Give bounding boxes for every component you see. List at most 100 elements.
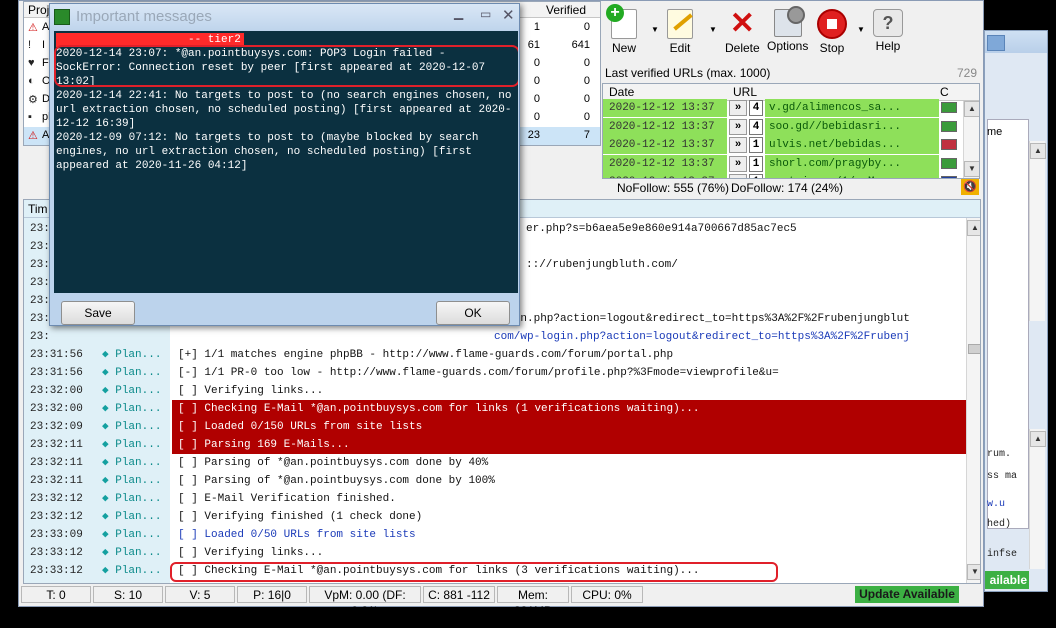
scroll-down-icon[interactable]: ▼: [964, 161, 979, 177]
nofollow-stat: NoFollow: 555 (76%): [617, 181, 730, 195]
close-icon[interactable]: ✕: [502, 6, 515, 24]
options-button[interactable]: Options: [767, 6, 808, 53]
status-vpm: VpM: 0.00 (DF: 0.21): [309, 586, 421, 618]
url-arrow-icon: »: [729, 118, 747, 135]
verified-url-row[interactable]: 2020-12-12 13:37» 4 soo.gd//bebidasri...: [603, 117, 963, 136]
log-time: 23:32:00: [30, 403, 83, 415]
verified-urls-count: 729: [957, 66, 978, 80]
status-verified: V: 5: [165, 586, 235, 603]
col-verified[interactable]: Verified: [546, 3, 586, 17]
country-flag-icon: [941, 157, 957, 169]
important-messages-dialog: Important messages ▁ ▭ ✕ -- tier2 2020-1…: [49, 3, 520, 326]
new-dropdown-icon[interactable]: ▼: [651, 25, 659, 34]
verified-urls-title: Last verified URLs (max. 1000): [605, 66, 771, 80]
verified-url-row[interactable]: 2020-12-12 13:37» 1 ulvis.net/bebidas...: [603, 136, 963, 154]
update-available-button[interactable]: Update Available: [855, 586, 959, 603]
log-time: 23:: [30, 241, 50, 253]
diamond-icon: ◆: [102, 349, 116, 361]
col-date[interactable]: Date: [609, 85, 634, 99]
background-window[interactable]: me rum. ss ma w.u hed) infse ▲ ▲ ailable: [984, 30, 1048, 592]
url-link[interactable]: v.gd/alimencos_sa...: [765, 99, 939, 117]
scroll-up-icon[interactable]: ▲: [964, 101, 979, 117]
new-button[interactable]: + New: [606, 4, 637, 55]
col-project[interactable]: Proj: [28, 3, 49, 17]
stop-button[interactable]: Stop: [817, 9, 847, 55]
project-name: I: [42, 39, 46, 51]
message-item[interactable]: 2020-12-09 07:12: No targets to post to …: [56, 131, 514, 173]
bg-scroll-up2-icon[interactable]: ▲: [1030, 431, 1046, 447]
url-link[interactable]: pastein.ru/1/anMv: [765, 173, 939, 178]
log-source: ◆ Plan...: [102, 526, 161, 544]
log-time: 23:: [30, 313, 50, 325]
diamond-icon: ◆: [102, 385, 116, 397]
edit-icon: [667, 9, 693, 39]
save-button[interactable]: Save: [61, 301, 135, 325]
diamond-icon: ◆: [102, 439, 116, 451]
background-update-badge[interactable]: ailable: [985, 571, 1029, 589]
log-time: 23:32:11: [30, 457, 83, 469]
options-icon: [773, 6, 805, 37]
log-partial-line: com/wp-login.php?action=logout&redirect_…: [494, 331, 910, 343]
url-link[interactable]: shorl.com/pragyby...: [765, 154, 939, 173]
log-source-label: Plan...: [115, 493, 162, 505]
log-message: [ ] Parsing of *@an.pointbuysys.com done…: [178, 457, 489, 469]
log-message: [ ] Loaded 0/150 URLs from site lists: [178, 421, 423, 433]
diamond-icon: ◆: [102, 403, 116, 415]
url-count: 1: [749, 174, 763, 178]
delete-icon: ✕: [729, 7, 755, 40]
edit-dropdown-icon[interactable]: ▼: [709, 25, 717, 34]
verified-urls-scrollbar[interactable]: ▲ ▼: [963, 101, 979, 178]
log-scroll-up-icon[interactable]: ▲: [967, 220, 980, 236]
bg-scroll-up-icon[interactable]: ▲: [1030, 143, 1046, 159]
diamond-icon: ◆: [102, 457, 116, 469]
edit-button[interactable]: Edit: [667, 9, 693, 55]
maximize-icon[interactable]: ▭: [480, 7, 491, 21]
url-date: 2020-12-12 13:37: [603, 154, 727, 173]
help-button[interactable]: ? Help: [873, 9, 903, 53]
sound-muted-icon[interactable]: 🔇: [961, 179, 979, 195]
col-time[interactable]: Tim: [28, 202, 48, 216]
status-memory: Mem: 381MB: [497, 586, 569, 618]
log-source: ◆ Plan...: [102, 472, 161, 490]
col-c[interactable]: C: [940, 85, 949, 99]
delete-label: Delete: [725, 41, 760, 55]
verified-url-row[interactable]: 2020-12-12 13:37» 4 v.gd/alimencos_sa...: [603, 99, 963, 117]
project-verified: 0: [583, 93, 590, 105]
stop-label: Stop: [819, 41, 845, 55]
minimize-icon[interactable]: ▁: [454, 6, 463, 20]
url-date: 2020-12-12 13:37: [603, 117, 727, 136]
diamond-icon: ◆: [102, 529, 116, 541]
url-date: 2020-12-12 13:37: [603, 173, 727, 178]
log-message: [ ] Verifying links...: [178, 385, 324, 397]
log-scroll-down-icon[interactable]: ▼: [967, 564, 980, 580]
background-window-scrollbar-top[interactable]: ▲: [1029, 141, 1046, 321]
ok-button[interactable]: OK: [436, 301, 510, 325]
country-flag-icon: [941, 102, 957, 113]
project-verified: 0: [583, 75, 590, 87]
verified-url-row[interactable]: 2020-12-12 13:37»1pastein.ru/1/anMv: [603, 173, 963, 178]
verified-url-row[interactable]: 2020-12-12 13:37» 1 shorl.com/pragyby...: [603, 154, 963, 173]
url-arrow-icon: »: [729, 137, 747, 153]
log-message: [ ] Verifying finished (1 check done): [178, 511, 423, 523]
project-verified: 0: [583, 111, 590, 123]
log-partial-line: :://rubenjungbluth.com/: [526, 259, 678, 271]
project-status-icon: !: [28, 39, 32, 51]
log-source-label: Plan...: [115, 385, 162, 397]
url-link[interactable]: ulvis.net/bebidas...: [765, 136, 939, 154]
background-window-text-line: w.u: [987, 499, 1006, 510]
diamond-icon: ◆: [102, 565, 116, 577]
log-scroll-thumb[interactable]: [968, 344, 980, 354]
log-time: 23:: [30, 331, 50, 343]
help-label: Help: [875, 39, 901, 53]
dialog-title: Important messages: [76, 8, 212, 25]
url-link[interactable]: soo.gd//bebidasri...: [765, 117, 939, 136]
background-window-scrollbar-bottom[interactable]: ▲: [1029, 429, 1046, 569]
log-source-label: Plan...: [115, 547, 162, 559]
project-status-icon: ◐: [28, 75, 35, 87]
message-item[interactable]: 2020-12-14 22:41: No targets to post to …: [56, 89, 514, 131]
col-url[interactable]: URL: [733, 85, 757, 99]
dialog-app-icon: [54, 9, 70, 25]
log-scrollbar[interactable]: ▲ ▼: [966, 218, 980, 583]
stop-dropdown-icon[interactable]: ▼: [857, 25, 865, 34]
delete-button[interactable]: ✕ Delete: [725, 7, 760, 56]
